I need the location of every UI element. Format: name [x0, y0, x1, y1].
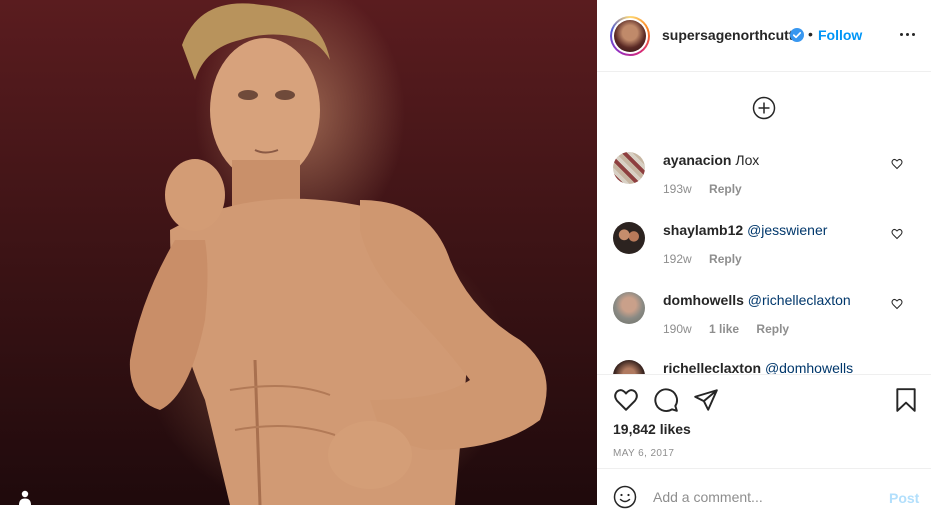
- follow-button[interactable]: Follow: [818, 27, 862, 43]
- commenter-avatar[interactable]: [613, 360, 645, 374]
- comment-time[interactable]: 190w: [663, 322, 692, 336]
- comment-item: domhowells @richelleclaxton 190w 1 like …: [597, 292, 931, 352]
- comment-heart-icon[interactable]: [891, 227, 903, 240]
- comment-mention[interactable]: @richelleclaxton: [748, 292, 851, 308]
- reply-button[interactable]: Reply: [709, 252, 742, 266]
- author-username[interactable]: supersagenorthcutt: [662, 27, 793, 43]
- comment-time[interactable]: 192w: [663, 252, 692, 266]
- add-comment-bar: Post: [597, 468, 931, 509]
- comment-meta: 190w 1 like Reply: [663, 322, 789, 336]
- comment-meta: 193w Reply: [663, 182, 742, 196]
- comment-item: shaylamb12 @jesswiener 192w Reply: [597, 222, 931, 282]
- post-header: supersagenorthcutt • Follow: [597, 0, 931, 72]
- comment-username[interactable]: ayanacion: [663, 152, 731, 168]
- post-photo[interactable]: [0, 0, 597, 505]
- comment-icon[interactable]: [653, 387, 679, 413]
- header-separator: •: [808, 26, 813, 42]
- comment-item: richelleclaxton @domhowells: [597, 360, 931, 374]
- comment-item: ayanacion Лох 193w Reply: [597, 152, 931, 212]
- post-date[interactable]: MAY 6, 2017: [613, 448, 674, 459]
- comment-likes[interactable]: 1 like: [709, 322, 739, 336]
- reply-button[interactable]: Reply: [709, 182, 742, 196]
- comment-text-line: domhowells @richelleclaxton: [663, 292, 851, 308]
- post-photo-figure: [129, 3, 547, 505]
- reply-button[interactable]: Reply: [756, 322, 789, 336]
- comment-input[interactable]: [653, 487, 873, 507]
- comment-username[interactable]: richelleclaxton: [663, 360, 761, 374]
- comment-mention[interactable]: @jesswiener: [747, 222, 827, 238]
- bookmark-icon[interactable]: [893, 387, 919, 413]
- commenter-avatar[interactable]: [613, 222, 645, 254]
- commenter-avatar[interactable]: [613, 292, 645, 324]
- user-tag-icon[interactable]: [17, 489, 33, 505]
- send-icon[interactable]: [693, 387, 719, 413]
- more-horizontal-icon[interactable]: [900, 33, 916, 39]
- comment-heart-icon[interactable]: [891, 157, 903, 170]
- comment-heart-icon[interactable]: [891, 297, 903, 310]
- comments-list[interactable]: ayanacion Лох 193w Reply shaylamb12 @jes…: [597, 72, 931, 374]
- comment-text: Лох: [735, 152, 760, 168]
- plus-circle-icon[interactable]: [752, 96, 776, 120]
- comment-text-line: shaylamb12 @jesswiener: [663, 222, 827, 238]
- comment-text-line: ayanacion Лох: [663, 152, 759, 168]
- comment-username[interactable]: shaylamb12: [663, 222, 743, 238]
- avatar[interactable]: [610, 16, 650, 56]
- post-actions: 19,842 likes MAY 6, 2017: [597, 374, 931, 469]
- heart-icon[interactable]: [613, 387, 639, 413]
- avatar-image: [614, 20, 646, 52]
- comment-username[interactable]: domhowells: [663, 292, 744, 308]
- verified-badge-icon: [790, 28, 804, 42]
- comment-text-line: richelleclaxton @domhowells: [663, 360, 853, 374]
- commenter-avatar[interactable]: [613, 152, 645, 184]
- smiley-icon[interactable]: [613, 485, 637, 509]
- comment-mention[interactable]: @domhowells: [765, 360, 853, 374]
- comment-time[interactable]: 193w: [663, 182, 692, 196]
- comment-meta: 192w Reply: [663, 252, 742, 266]
- post-sidebar: supersagenorthcutt • Follow ayanacion Ло…: [597, 0, 931, 509]
- likes-count[interactable]: 19,842 likes: [613, 421, 691, 437]
- post-button[interactable]: Post: [889, 490, 919, 506]
